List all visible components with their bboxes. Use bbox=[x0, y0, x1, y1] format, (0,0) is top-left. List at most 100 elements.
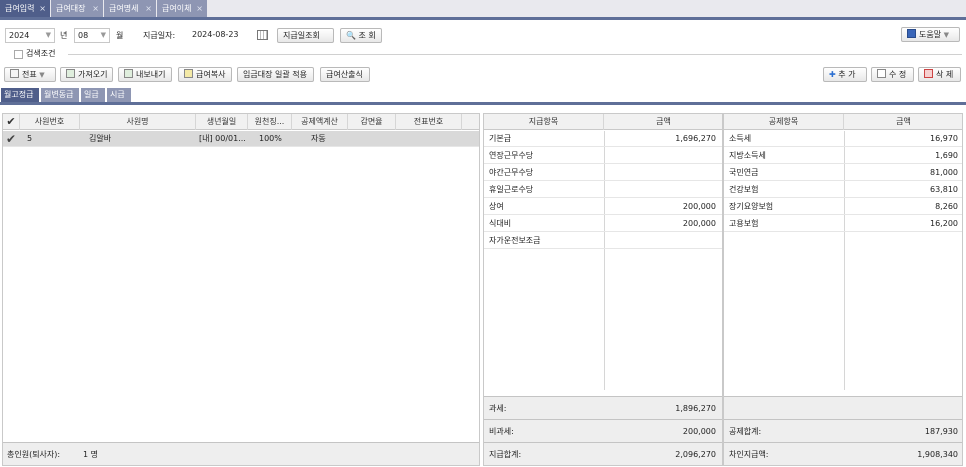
year-select[interactable]: 2024 ▼ bbox=[5, 28, 55, 43]
pay-item-amount[interactable] bbox=[608, 233, 716, 249]
deduction-item-amount[interactable]: 16,970 bbox=[848, 131, 958, 147]
deduction-item-amount[interactable]: 16,200 bbox=[848, 216, 958, 232]
table-row[interactable]: 자가운전보조금 bbox=[484, 233, 722, 249]
export-button[interactable]: 내보내기 bbox=[118, 67, 172, 82]
close-icon[interactable]: × bbox=[92, 0, 99, 17]
table-row[interactable]: 식대비 200,000 bbox=[484, 216, 722, 232]
deduction-item-name: 장기요양보험 bbox=[729, 202, 774, 211]
employee-footer: 총인원(퇴사자): 1 명 bbox=[3, 442, 479, 465]
table-row[interactable]: 건강보험 63,810 bbox=[724, 182, 962, 198]
table-row[interactable]: 장기요양보험 8,260 bbox=[724, 199, 962, 215]
column-header[interactable]: 감면율 bbox=[348, 114, 396, 130]
chevron-down-icon: ▼ bbox=[45, 31, 51, 39]
deduction-item-amount[interactable]: 8,260 bbox=[848, 199, 958, 215]
column-header[interactable]: 지급항목 bbox=[484, 114, 604, 130]
table-row[interactable]: 고용보험 16,200 bbox=[724, 216, 962, 232]
search-button[interactable]: 🔍 조 회 bbox=[340, 28, 382, 43]
tab-pay-statement[interactable]: 급여명세 × bbox=[104, 0, 156, 17]
tab-pay-input[interactable]: 급여입력 × bbox=[0, 0, 50, 17]
month-value: 08 bbox=[78, 31, 89, 40]
pay-item-amount[interactable] bbox=[608, 148, 716, 164]
tab-label: 일급 bbox=[84, 90, 99, 99]
search-condition-group: 검색조건 bbox=[0, 47, 966, 61]
close-icon[interactable]: × bbox=[39, 0, 46, 17]
search-icon: 🔍 bbox=[346, 31, 356, 40]
column-header[interactable]: 생년월일 bbox=[196, 114, 248, 130]
tab-monthly-variable[interactable]: 월변동급 bbox=[41, 88, 79, 102]
column-header[interactable]: 금액 bbox=[844, 114, 962, 130]
add-button[interactable]: ✚ 추 가 bbox=[823, 67, 867, 82]
tab-label: 급여명세 bbox=[109, 4, 139, 13]
pay-date-value: 2024-08-23 bbox=[192, 30, 239, 39]
edit-button[interactable]: 수 정 bbox=[871, 67, 914, 82]
row-checkbox[interactable]: ✔ bbox=[6, 131, 16, 147]
pay-date-lookup-button[interactable]: 지급일조회 bbox=[277, 28, 334, 43]
nontaxable-row: 비과세: 200,000 bbox=[484, 419, 722, 442]
tab-label: 시급 bbox=[110, 90, 125, 99]
table-row[interactable]: 소득세 16,970 bbox=[724, 131, 962, 147]
toolbar: 전표 ▼ 가져오기 내보내기 급여복사 임금대장 일괄 적용 급여산출식 ✚ 추… bbox=[0, 66, 966, 84]
column-header[interactable]: 원천징... bbox=[248, 114, 292, 130]
column-header[interactable]: 금액 bbox=[604, 114, 722, 130]
button-label: 추 가 bbox=[838, 70, 856, 79]
tab-hourly[interactable]: 시급 bbox=[107, 88, 131, 102]
button-label: 전표 bbox=[22, 70, 37, 79]
table-row[interactable]: 야간근무수당 bbox=[484, 165, 722, 181]
pay-item-amount[interactable] bbox=[608, 165, 716, 181]
tab-pay-ledger[interactable]: 급여대장 × bbox=[51, 0, 103, 17]
pay-item-name: 연장근무수당 bbox=[489, 151, 534, 160]
pay-item-name: 기본급 bbox=[489, 134, 512, 143]
column-header[interactable]: 공제액계산 bbox=[292, 114, 348, 130]
pay-date-label: 지급일자: bbox=[143, 31, 176, 40]
close-icon[interactable]: × bbox=[196, 0, 203, 17]
delete-button[interactable]: 삭 제 bbox=[918, 67, 961, 82]
taxable-value: 1,896,270 bbox=[675, 404, 716, 413]
net-pay-label: 차인지급액: bbox=[729, 450, 769, 459]
month-unit-label: 월 bbox=[116, 31, 124, 40]
pay-calc-formula-button[interactable]: 급여산출식 bbox=[320, 67, 370, 82]
table-row[interactable]: ✔ 5 김알바 [내] 00/01... 100% 자동 bbox=[3, 131, 479, 147]
voucher-button[interactable]: 전표 ▼ bbox=[4, 67, 56, 82]
bulk-apply-button[interactable]: 임금대장 일괄 적용 bbox=[237, 67, 314, 82]
table-row[interactable]: 휴일근로수당 bbox=[484, 182, 722, 198]
tab-pay-transfer[interactable]: 급여이체 × bbox=[157, 0, 207, 17]
pay-item-amount[interactable] bbox=[608, 182, 716, 198]
deduction-item-amount[interactable]: 1,690 bbox=[848, 148, 958, 164]
deduction-total-value: 187,930 bbox=[924, 427, 958, 436]
pay-item-name: 자가운전보조금 bbox=[489, 236, 541, 245]
table-row[interactable]: 지방소득세 1,690 bbox=[724, 148, 962, 164]
total-headcount-value: 1 명 bbox=[83, 450, 98, 459]
search-condition-checkbox[interactable] bbox=[14, 50, 23, 59]
copy-pay-button[interactable]: 급여복사 bbox=[178, 67, 232, 82]
pencil-icon bbox=[877, 69, 886, 78]
pay-item-amount[interactable]: 1,696,270 bbox=[608, 131, 716, 147]
close-icon[interactable]: × bbox=[145, 0, 152, 17]
button-label: 급여산출식 bbox=[326, 70, 363, 79]
column-header[interactable]: 사원명 bbox=[80, 114, 196, 130]
button-label: 임금대장 일괄 적용 bbox=[243, 70, 307, 79]
table-row[interactable]: 기본급 1,696,270 bbox=[484, 131, 722, 147]
year-value: 2024 bbox=[9, 31, 30, 40]
column-header[interactable]: 전표번호 bbox=[396, 114, 462, 130]
table-row[interactable]: 연장근무수당 bbox=[484, 148, 722, 164]
pay-item-amount[interactable]: 200,000 bbox=[608, 199, 716, 215]
pay-total-value: 2,096,270 bbox=[675, 450, 716, 459]
deduction-item-amount[interactable]: 81,000 bbox=[848, 165, 958, 181]
calendar-icon[interactable] bbox=[257, 30, 268, 40]
table-row[interactable]: 국민연금 81,000 bbox=[724, 165, 962, 181]
tab-monthly-fixed[interactable]: 월고정급 bbox=[1, 88, 39, 102]
column-header[interactable]: 공제항목 bbox=[724, 114, 844, 130]
table-row[interactable]: 상여 200,000 bbox=[484, 199, 722, 215]
pay-item-amount[interactable]: 200,000 bbox=[608, 216, 716, 232]
window-tab-bar: 급여입력 × 급여대장 × 급여명세 × 급여이체 × bbox=[0, 0, 966, 20]
tab-daily[interactable]: 일급 bbox=[81, 88, 105, 102]
table-header: 지급항목 금액 bbox=[484, 114, 722, 130]
help-button[interactable]: 도움말 ▼ bbox=[901, 27, 960, 42]
book-icon bbox=[907, 29, 916, 38]
import-button[interactable]: 가져오기 bbox=[60, 67, 113, 82]
month-select[interactable]: 08 ▼ bbox=[74, 28, 110, 43]
table-header: ✔ 사원번호 사원명 생년월일 원천징... 공제액계산 감면율 전표번호 bbox=[3, 114, 479, 130]
column-header[interactable]: 사원번호 bbox=[20, 114, 80, 130]
deduction-item-amount[interactable]: 63,810 bbox=[848, 182, 958, 198]
select-all-checkbox[interactable]: ✔ bbox=[3, 114, 20, 130]
